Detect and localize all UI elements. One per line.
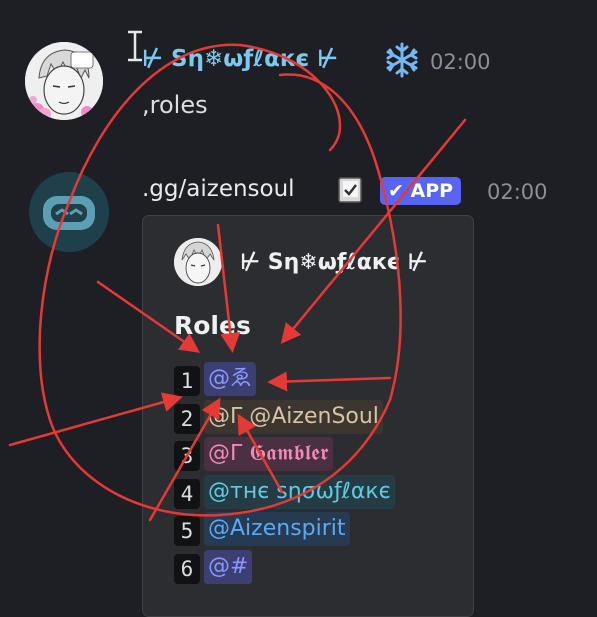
snowflake-icon <box>386 42 418 78</box>
role-number: 6 <box>174 553 200 584</box>
anime-avatar-icon <box>25 42 103 120</box>
message-timestamp-2: 02:00 <box>487 180 548 204</box>
bot-username[interactable]: .gg/aizensoul <box>142 176 295 202</box>
user-avatar[interactable] <box>25 42 103 120</box>
role-number: 5 <box>174 516 200 546</box>
message-content: ,roles <box>142 91 208 119</box>
role-number: 4 <box>174 478 200 509</box>
embed-author-avatar <box>174 238 222 286</box>
message-timestamp: 02:00 <box>430 50 491 74</box>
embed-author-name[interactable]: ⊬ Sη❄ωƒℓαкє ⊬ <box>240 250 428 275</box>
role-mention[interactable]: @Aizenspirit <box>204 512 350 546</box>
bot-avatar[interactable] <box>29 172 109 252</box>
anime-avatar-icon <box>174 238 222 286</box>
role-mention[interactable]: @тнє ѕησωƒℓαкє <box>204 474 395 509</box>
role-mention[interactable]: @ᒥ 𝕲𝖆𝖒𝖇𝖑𝖊𝖗 <box>204 437 333 471</box>
username[interactable]: ⊬ Sη❄ωƒℓαкє ⊬ <box>142 46 338 72</box>
embed-title: Roles <box>174 311 251 340</box>
bot-avatar-icon <box>29 172 109 252</box>
role-mention[interactable]: @# <box>204 549 253 584</box>
app-badge: ✔ APP <box>380 177 462 205</box>
role-mention[interactable]: @ᒥ @AizenSoul <box>204 399 383 434</box>
role-number: 3 <box>174 441 200 471</box>
role-number: 1 <box>174 366 200 396</box>
role-mention[interactable]: @ゑ <box>204 362 257 396</box>
book-icon <box>338 177 362 203</box>
role-number: 2 <box>174 403 200 434</box>
